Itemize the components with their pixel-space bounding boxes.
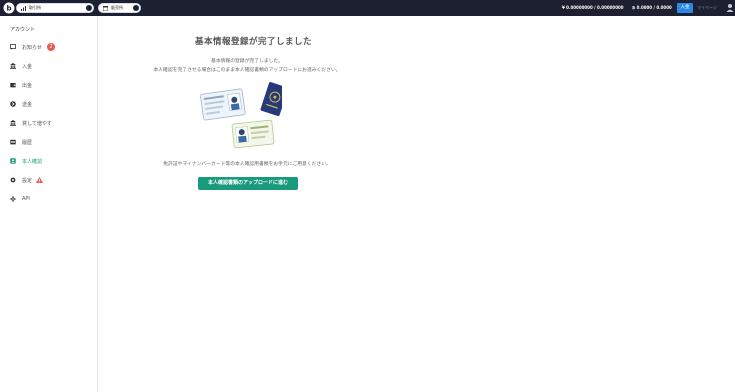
- message-icon: [10, 44, 16, 50]
- page-title: 基本情報登録が完了しました: [195, 37, 313, 47]
- sidebar-item-settings[interactable]: 設定: [10, 175, 49, 185]
- top-bar: b 取引所 販売所 ¥ 0.00000000 / 0.00000000 ₿ 0.…: [0, 0, 735, 16]
- gear-icon: [10, 177, 16, 183]
- send-icon: [10, 101, 16, 107]
- history-icon: [10, 139, 16, 145]
- sidebar-item-label: 設定: [22, 177, 33, 184]
- sidebar-item-lending[interactable]: 貸して増やす: [10, 118, 52, 128]
- retail-label: 販売所: [111, 5, 123, 10]
- logo-icon[interactable]: b: [3, 2, 15, 14]
- id-documents-illustration: [200, 82, 282, 149]
- api-icon: [10, 196, 16, 202]
- sidebar-item-label: 送金: [22, 101, 33, 108]
- dropdown-dot-icon: [133, 5, 139, 11]
- jpy-balance: ¥ 0.00000000 / 0.00000000: [562, 5, 624, 10]
- btc-balance: ₿ 0.0000 / 0.0000: [632, 5, 672, 10]
- upload-documents-button[interactable]: 本人確認書類のアップロードに進む: [198, 177, 298, 190]
- exchange-selector[interactable]: 取引所: [16, 3, 94, 13]
- mypage-link[interactable]: マイページ: [697, 4, 717, 12]
- prepare-documents-message: 免許証やマイナンバーカード等の本人確認用書類をお手元にご用意ください。: [163, 162, 331, 167]
- sidebar-item-transfer[interactable]: 送金: [10, 99, 32, 109]
- dropdown-dot-icon: [86, 5, 92, 11]
- lending-bank-icon: [10, 120, 16, 126]
- sidebar-item-withdraw[interactable]: 出金: [10, 80, 32, 90]
- sidebar-item-label: 出金: [22, 82, 33, 89]
- completion-message: 基本情報の登録が完了しました。: [211, 59, 283, 64]
- chart-icon: [21, 5, 26, 11]
- shop-icon: [103, 5, 108, 11]
- sidebar-item-api[interactable]: API: [10, 194, 30, 204]
- next-step-message: 本人確認を完了させる場合はこのまま本人確認書類のアップロードにお進みください。: [153, 68, 341, 73]
- sidebar-title: アカウント: [10, 27, 36, 33]
- wallet-icon: [10, 83, 16, 88]
- sidebar-item-notifications[interactable]: お知らせ 2: [10, 42, 55, 52]
- deposit-button[interactable]: 入金: [677, 3, 693, 13]
- exchange-label: 取引所: [29, 5, 41, 10]
- sidebar-item-label: お知らせ: [22, 44, 42, 51]
- sidebar-item-label: API: [22, 196, 30, 202]
- sidebar-item-history[interactable]: 履歴: [10, 137, 32, 147]
- warning-icon: [36, 177, 44, 183]
- retail-selector[interactable]: 販売所: [98, 3, 141, 13]
- sidebar-item-label: 履歴: [22, 139, 33, 146]
- user-icon[interactable]: [726, 3, 734, 13]
- svg-text:b: b: [6, 5, 11, 13]
- notification-count-badge: 2: [46, 43, 55, 51]
- sidebar-item-label: 貸して増やす: [22, 120, 52, 127]
